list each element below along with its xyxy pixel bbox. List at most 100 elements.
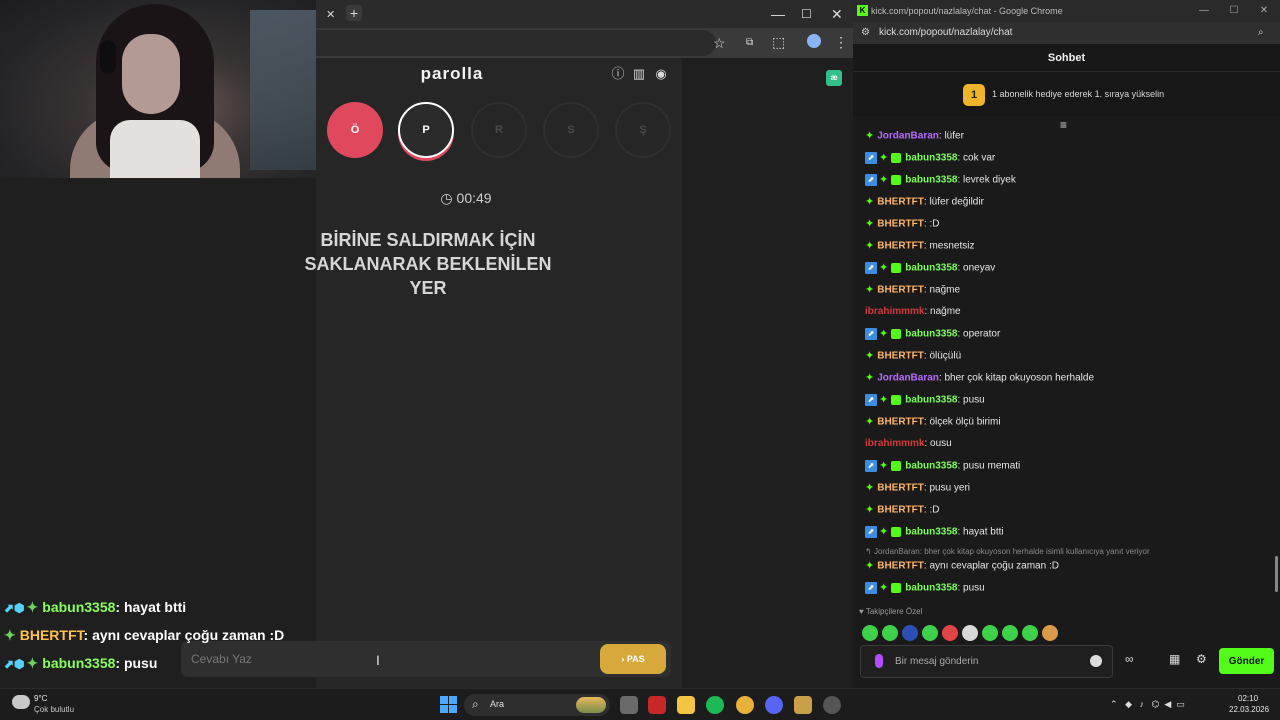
subscription-banner[interactable]: 1 1 abonelik hediye ederek 1. sıraya yük… [853,72,1280,116]
moderator-badge-icon: ⬈ [865,460,877,472]
chat-username[interactable]: ibrahimmmk [865,438,924,449]
chat-scrollbar[interactable] [1275,556,1278,592]
url-field[interactable]: ☆ [316,30,726,56]
emote-icon[interactable] [1002,624,1018,641]
chat-username[interactable]: babun3358 [905,461,957,472]
verified-icon: ✦ [865,560,875,572]
emote-icon[interactable] [942,624,958,641]
chat-username[interactable]: BHERTFT [877,417,924,428]
system-tray[interactable]: ⌃ ◆ ♪ ⌬ ◀ ▭ [1110,699,1185,710]
chat-message-input[interactable] [895,646,1085,677]
send-button[interactable]: Gönder [1219,648,1274,674]
discord-icon[interactable] [765,696,783,714]
chat-username[interactable]: BHERTFT [877,483,924,494]
settings-gear-icon[interactable]: ⚙ [1196,652,1207,666]
app-icon[interactable] [794,696,812,714]
moderator-badge-icon: ⬈ [865,174,877,186]
volume-icon[interactable]: ◀ [1164,699,1171,709]
emote-icon[interactable] [1042,624,1058,641]
start-button[interactable] [440,696,457,713]
weather-icon[interactable] [12,695,30,709]
verified-icon: ✦ [879,582,889,594]
chat-username[interactable]: BHERTFT [877,241,924,252]
chat-username[interactable]: ibrahimmmk [865,306,924,317]
site-settings-icon[interactable]: ⚙ [861,22,870,44]
profile-avatar[interactable] [807,34,821,48]
chat-username[interactable]: JordanBaran [877,131,939,142]
new-tab-icon[interactable]: + [346,5,362,21]
bookmark-star-icon[interactable]: ☆ [713,35,726,51]
close-tab-icon[interactable]: ✕ [326,7,335,23]
app-icon[interactable] [823,696,841,714]
chat-message: ⬈ ✦ babun3358: operator [865,326,1000,342]
emote-icon[interactable] [902,624,918,641]
app-icon[interactable] [648,696,666,714]
chat-username[interactable]: babun3358 [905,395,957,406]
chat-text: : bher çok kitap okuyoson herhalde [938,372,1095,384]
chat-text: : ölçek ölçü birimi [923,416,1001,428]
minimize-icon[interactable]: — [771,6,785,22]
letter-circle: R [471,102,527,158]
chat-username[interactable]: BHERTFT [877,561,924,572]
maximize-icon[interactable]: ☐ [1219,0,1249,22]
spotify-icon[interactable] [706,696,724,714]
pass-button[interactable]: › PAS [600,644,666,674]
pinned-collapse-icon[interactable]: ≡ [1060,118,1067,132]
mic-icon[interactable] [875,654,883,668]
file-explorer-icon[interactable] [677,696,695,714]
info-icon[interactable]: ⓘ [610,66,626,82]
chat-username[interactable]: babun3358 [905,527,957,538]
chat-username[interactable]: BHERTFT [877,351,924,362]
chat-text: : ousu [924,438,952,449]
chat-username[interactable]: BHERTFT [877,505,924,516]
subscriber-badge-icon [891,153,902,163]
chevron-up-icon[interactable]: ⌃ [1110,699,1118,709]
maximize-icon[interactable]: ☐ [801,6,812,22]
network-icon[interactable]: ◆ [1125,699,1132,709]
emote-icon[interactable] [922,624,938,641]
taskbar-search[interactable]: ⌕ Ara [464,694,610,716]
close-window-icon[interactable]: ✕ [831,6,843,22]
translate-icon[interactable]: ⧉ [746,35,753,51]
chat-username[interactable]: babun3358 [905,329,957,340]
more-menu-icon[interactable]: ⋮ [834,34,848,50]
clock-time[interactable]: 02:10 [1238,694,1258,703]
emote-icon[interactable] [882,624,898,641]
zoom-icon[interactable]: ⌕ [1258,22,1264,44]
chrome-icon[interactable] [736,696,754,714]
clock-date[interactable]: 22.03.2026 [1229,705,1269,714]
stats-icon[interactable]: ▥ [631,66,647,82]
wifi-icon[interactable]: ⌬ [1152,699,1160,709]
chat-username[interactable]: babun3358 [905,583,957,594]
task-view-icon[interactable] [620,696,638,714]
mic-icon[interactable]: ♪ [1140,699,1145,709]
emote-icon[interactable] [1022,624,1038,641]
minimize-icon[interactable]: — [1189,0,1219,22]
chat-username[interactable]: babun3358 [905,263,957,274]
emote-icon[interactable] [982,624,998,641]
chat-message: ✦ BHERTFT: ölçek ölçü birimi [865,414,1001,430]
chat-username[interactable]: babun3358 [905,175,957,186]
moderator-badge-icon: ⬈ [865,328,877,340]
chat-text: : pusu memati [957,460,1021,472]
battery-icon[interactable]: ▭ [1176,699,1185,709]
chat-text: : operator [957,328,1001,340]
chat-username[interactable]: babun3358 [905,153,957,164]
emote-icon[interactable] [862,624,878,641]
answer-input[interactable] [191,641,491,677]
chat-username[interactable]: JordanBaran [877,373,939,384]
emoji-icon[interactable] [1090,655,1102,667]
game-side-logo-icon[interactable]: æ [826,70,842,86]
emote-icon[interactable] [962,624,978,641]
store-icon[interactable]: ▦ [1169,652,1180,666]
verified-icon: ✦ [865,504,875,516]
chat-username[interactable]: BHERTFT [877,285,924,296]
account-icon[interactable]: ◉ [653,66,669,82]
emote-picker-icon[interactable]: ∞ [1125,652,1134,666]
badge-icons: ⬈⬢ [4,601,25,615]
extensions-icon[interactable]: ⬚ [772,34,785,50]
chat-username[interactable]: BHERTFT [877,197,924,208]
chat-url-bar[interactable]: ⚙ kick.com/popout/nazlalay/chat ⌕ [853,22,1280,44]
chat-username[interactable]: BHERTFT [877,219,924,230]
close-window-icon[interactable]: ✕ [1249,0,1279,22]
